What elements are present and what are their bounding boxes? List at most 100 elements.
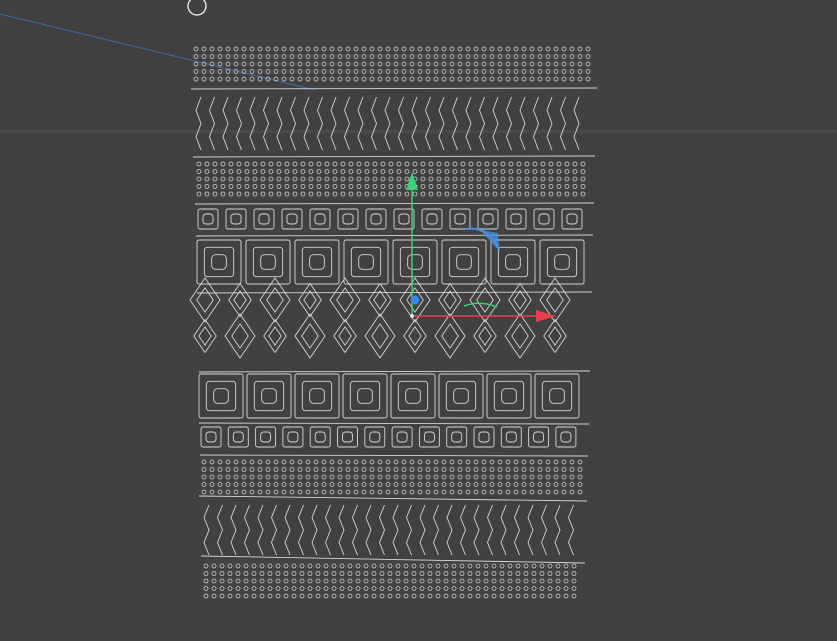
dot-mark (220, 191, 226, 197)
dot-mark (281, 459, 287, 465)
dot-mark (465, 467, 471, 472)
dot-mark (289, 76, 295, 82)
dot-mark (273, 482, 279, 487)
dot-mark (297, 46, 303, 52)
dot-mark (316, 191, 322, 197)
diamond-mark (441, 323, 459, 349)
dot-mark (297, 459, 303, 465)
dot-mark (217, 459, 223, 465)
camera-handle-icon[interactable] (187, 0, 207, 16)
dot-mark (508, 191, 514, 197)
gizmo-center[interactable] (410, 314, 414, 318)
dot-mark (353, 474, 359, 480)
dot-mark (257, 459, 263, 465)
dot-mark (313, 459, 319, 465)
square-mark (541, 380, 573, 412)
square-mark (258, 213, 270, 225)
dot-mark (547, 586, 553, 591)
dot-mark (401, 467, 407, 472)
dot-mark (284, 169, 290, 174)
dot-mark (483, 586, 489, 591)
dot-mark (252, 184, 258, 189)
dot-mark (377, 76, 383, 82)
zigzag-mark (352, 504, 358, 556)
dot-mark (521, 61, 527, 67)
3d-viewport[interactable] (0, 0, 837, 641)
dot-mark (411, 586, 417, 591)
dot-mark (289, 61, 295, 67)
dot-mark (329, 69, 335, 74)
dot-mark (531, 578, 537, 584)
dot-mark (412, 191, 418, 197)
dot-mark (260, 176, 266, 182)
diamond-mark (298, 282, 322, 318)
scene-canvas[interactable] (0, 0, 837, 641)
dot-mark (419, 571, 425, 576)
square-mark (390, 373, 436, 419)
dot-mark (532, 176, 538, 182)
tribal-pattern-object[interactable] (189, 46, 598, 599)
dot-mark (225, 61, 231, 67)
dot-mark (444, 176, 450, 182)
dot-mark (468, 191, 474, 197)
dot-mark (401, 61, 407, 67)
square-mark (287, 431, 299, 443)
dot-mark (481, 459, 487, 465)
zigzag-mark (203, 504, 210, 556)
dot-mark (353, 61, 359, 67)
dot-mark (404, 191, 410, 197)
dot-mark (241, 467, 247, 472)
dot-mark (331, 578, 337, 584)
dot-mark (201, 46, 207, 52)
dot-mark (257, 467, 263, 472)
dot-mark (337, 482, 343, 487)
x-axis-arrow-icon[interactable] (536, 310, 556, 322)
dot-mark (516, 161, 522, 167)
dot-mark (300, 169, 306, 174)
dot-mark (385, 467, 391, 472)
dot-mark (425, 69, 431, 74)
dot-mark (364, 191, 370, 197)
diamond-mark (438, 282, 462, 318)
dot-mark (249, 482, 255, 487)
dot-mark (428, 184, 434, 189)
dot-mark (473, 459, 479, 465)
dot-mark (465, 489, 471, 495)
dot-mark (561, 459, 567, 465)
dot-mark (441, 459, 447, 465)
dot-mark (484, 169, 490, 174)
dot-mark (387, 578, 393, 584)
dot-mark (515, 571, 521, 576)
dot-mark (492, 161, 498, 167)
dot-mark (345, 76, 351, 82)
zigzag-mark (560, 96, 566, 151)
dot-mark (539, 578, 545, 584)
dot-mark (356, 191, 362, 197)
dot-mark (548, 176, 554, 182)
dot-mark (547, 563, 553, 569)
dot-mark (401, 459, 407, 465)
dot-mark (291, 593, 297, 599)
dot-mark (444, 184, 450, 189)
dot-mark (305, 474, 311, 480)
dot-mark (385, 46, 391, 52)
dot-mark (315, 571, 321, 576)
dot-mark (433, 61, 439, 67)
dot-mark (339, 563, 345, 569)
dot-mark (555, 578, 561, 584)
dot-mark (492, 169, 498, 174)
square-mark (560, 431, 572, 443)
z-axis-handle-icon[interactable] (410, 295, 420, 305)
dot-mark (289, 474, 295, 480)
dot-mark (505, 467, 511, 472)
dot-mark (553, 76, 559, 82)
square-mark (533, 431, 545, 443)
dot-mark (404, 169, 410, 174)
dot-mark (524, 176, 530, 182)
dot-mark (529, 69, 535, 74)
dot-mark (433, 54, 439, 59)
dot-mark (585, 54, 591, 59)
dot-mark (409, 474, 415, 480)
dot-mark (459, 571, 465, 576)
dot-mark (513, 76, 519, 82)
